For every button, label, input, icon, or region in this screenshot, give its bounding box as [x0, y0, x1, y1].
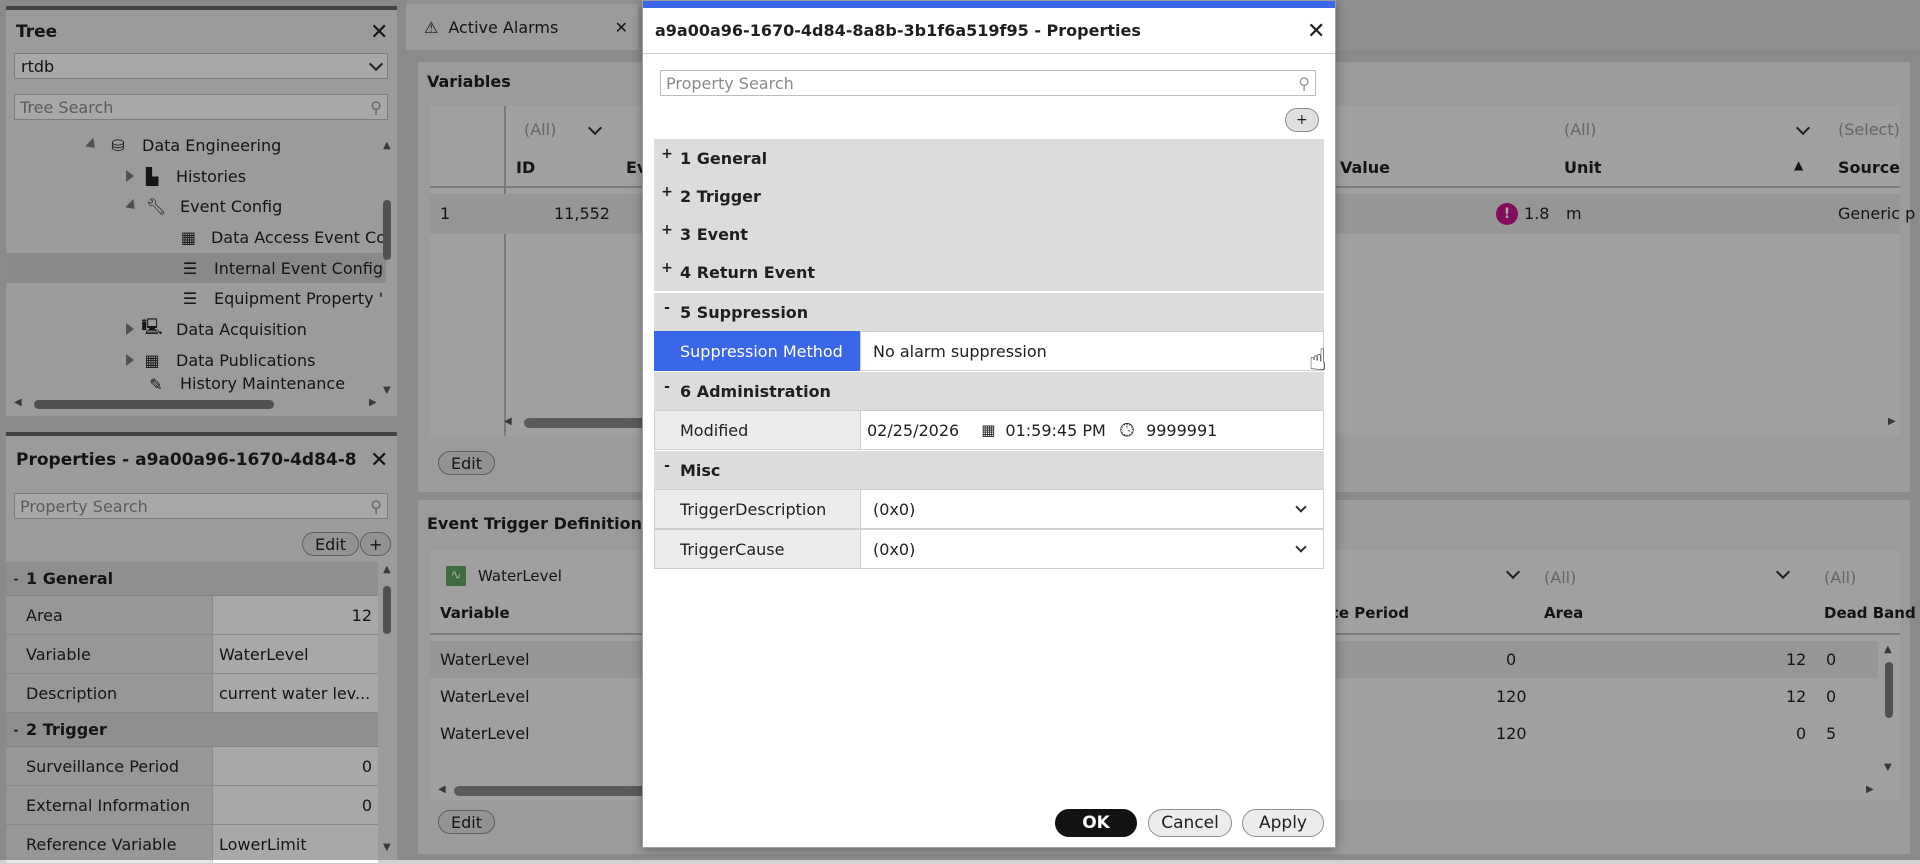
modified-label: Modified	[654, 410, 860, 450]
trigger-cause-row: TriggerCause (0x0)	[654, 529, 1324, 569]
trigger-description-label: TriggerDescription	[654, 489, 860, 529]
suppression-method-select[interactable]: No alarm suppression ☝	[860, 331, 1327, 378]
modified-row: Modified 02/25/2026 ▦ 01:59:45 PM 🕓︎ 999…	[654, 410, 1324, 450]
trigger-description-row: TriggerDescription (0x0)	[654, 489, 1324, 529]
cancel-button[interactable]: Cancel	[1148, 809, 1232, 837]
section-administration[interactable]: - 6 Administration	[654, 372, 1324, 410]
dialog-close-icon[interactable]: ✕	[1307, 21, 1325, 43]
dialog-accent-bar	[643, 1, 1335, 8]
dialog-search-placeholder: Property Search	[666, 73, 794, 93]
section-misc[interactable]: - Misc	[654, 451, 1324, 489]
dialog-add-button[interactable]: +	[1285, 108, 1319, 132]
trigger-cause-select[interactable]: (0x0)	[860, 529, 1324, 569]
trigger-cause-label: TriggerCause	[654, 529, 860, 569]
chevron-down-icon	[1295, 540, 1307, 553]
section-label: Misc	[680, 460, 721, 480]
section-label: 4 Return Event	[680, 262, 816, 282]
section-general[interactable]: + 1 General	[654, 139, 1324, 177]
collapse-toggle-icon: -	[664, 379, 670, 395]
suppression-method-label: Suppression Method	[654, 331, 860, 371]
expand-toggle-icon: +	[661, 146, 673, 162]
suppression-method-value: No alarm suppression	[873, 341, 1047, 361]
section-suppression[interactable]: - 5 Suppression	[654, 293, 1324, 331]
ok-button[interactable]: OK	[1055, 809, 1137, 837]
calendar-icon[interactable]: ▦	[981, 421, 995, 439]
section-return-event[interactable]: + 4 Return Event	[654, 253, 1324, 291]
expand-toggle-icon: +	[661, 184, 673, 200]
section-trigger[interactable]: + 2 Trigger	[654, 177, 1324, 215]
section-label: 5 Suppression	[680, 302, 809, 322]
modified-ms[interactable]: 9999991	[1146, 421, 1217, 440]
modified-time[interactable]: 01:59:45 PM	[1005, 421, 1105, 440]
chevron-down-icon	[1295, 500, 1307, 513]
trigger-description-value: (0x0)	[873, 499, 916, 519]
search-icon: ⚲	[1298, 73, 1310, 93]
section-event[interactable]: + 3 Event	[654, 215, 1324, 253]
dialog-title: a9a00a96-1670-4d84-8a8b-3b1f6a519f95 - P…	[655, 21, 1141, 40]
collapse-toggle-icon: -	[664, 458, 670, 474]
section-label: 3 Event	[680, 224, 748, 244]
properties-dialog: a9a00a96-1670-4d84-8a8b-3b1f6a519f95 - P…	[642, 0, 1336, 848]
expand-toggle-icon: +	[661, 222, 673, 238]
apply-button[interactable]: Apply	[1242, 809, 1324, 837]
modified-value: 02/25/2026 ▦ 01:59:45 PM 🕓︎ 9999991	[860, 410, 1324, 450]
trigger-cause-value: (0x0)	[873, 539, 916, 559]
section-label: 1 General	[680, 148, 768, 168]
trigger-description-select[interactable]: (0x0)	[860, 489, 1324, 529]
modified-date[interactable]: 02/25/2026	[867, 421, 959, 440]
section-label: 2 Trigger	[680, 186, 761, 206]
section-label: 6 Administration	[680, 381, 831, 401]
expand-toggle-icon: +	[661, 260, 673, 276]
collapse-toggle-icon: -	[664, 300, 670, 316]
dialog-search-input[interactable]: Property Search ⚲	[660, 70, 1316, 96]
suppression-method-row: Suppression Method No alarm suppression …	[654, 331, 1327, 378]
clock-icon[interactable]: 🕓︎	[1120, 420, 1134, 441]
